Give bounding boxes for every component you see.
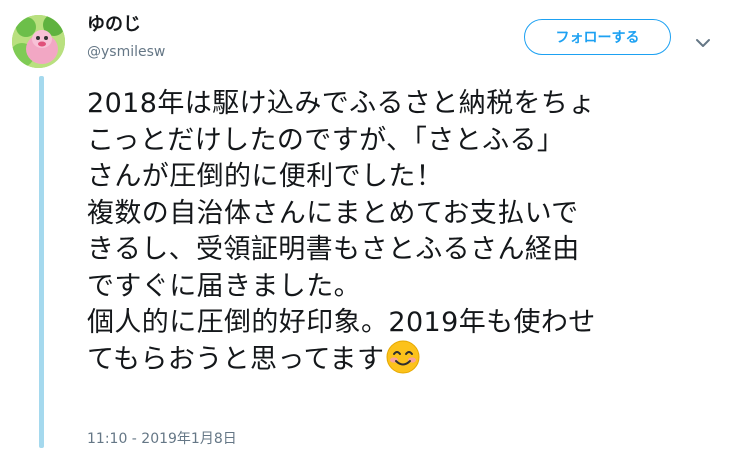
tweet-timestamp[interactable]: 11:10 - 2019年1月8日 xyxy=(87,428,237,448)
tweet-text: 2018年は駆け込みでふるさと納税をちょ こっとだけしたのですが、「さとふる」 … xyxy=(87,86,737,378)
tweet-line: 2018年は駆け込みでふるさと納税をちょ xyxy=(87,88,596,119)
tweet-line: きるし、受領証明書もさとふるさん経由 xyxy=(87,234,580,265)
avatar-image xyxy=(12,15,65,68)
user-handle[interactable]: @ysmilesw xyxy=(87,43,165,61)
avatar[interactable] xyxy=(12,15,65,68)
follow-button[interactable]: フォローする xyxy=(524,19,671,55)
tweet-line-last: てもらおうと思ってます xyxy=(87,340,737,379)
tweet-line: ですぐに届きました。 xyxy=(87,270,361,302)
tweet-line: こっとだけしたのですが、「さとふる」 xyxy=(87,124,565,156)
smiling-face-icon xyxy=(386,340,420,374)
tweet-line: さんが圧倒的に便利でした！ xyxy=(87,161,444,192)
tweet-line: 複数の自治体さんにまとめてお支払いで xyxy=(87,197,579,229)
chevron-down-icon[interactable] xyxy=(695,34,711,47)
tweet-line: 個人的に圧倒的好印象。2019年も使わせ xyxy=(87,307,596,338)
thread-line xyxy=(39,76,44,448)
tweet-line: てもらおうと思ってます xyxy=(87,343,385,375)
display-name[interactable]: ゆのじ xyxy=(87,14,141,36)
